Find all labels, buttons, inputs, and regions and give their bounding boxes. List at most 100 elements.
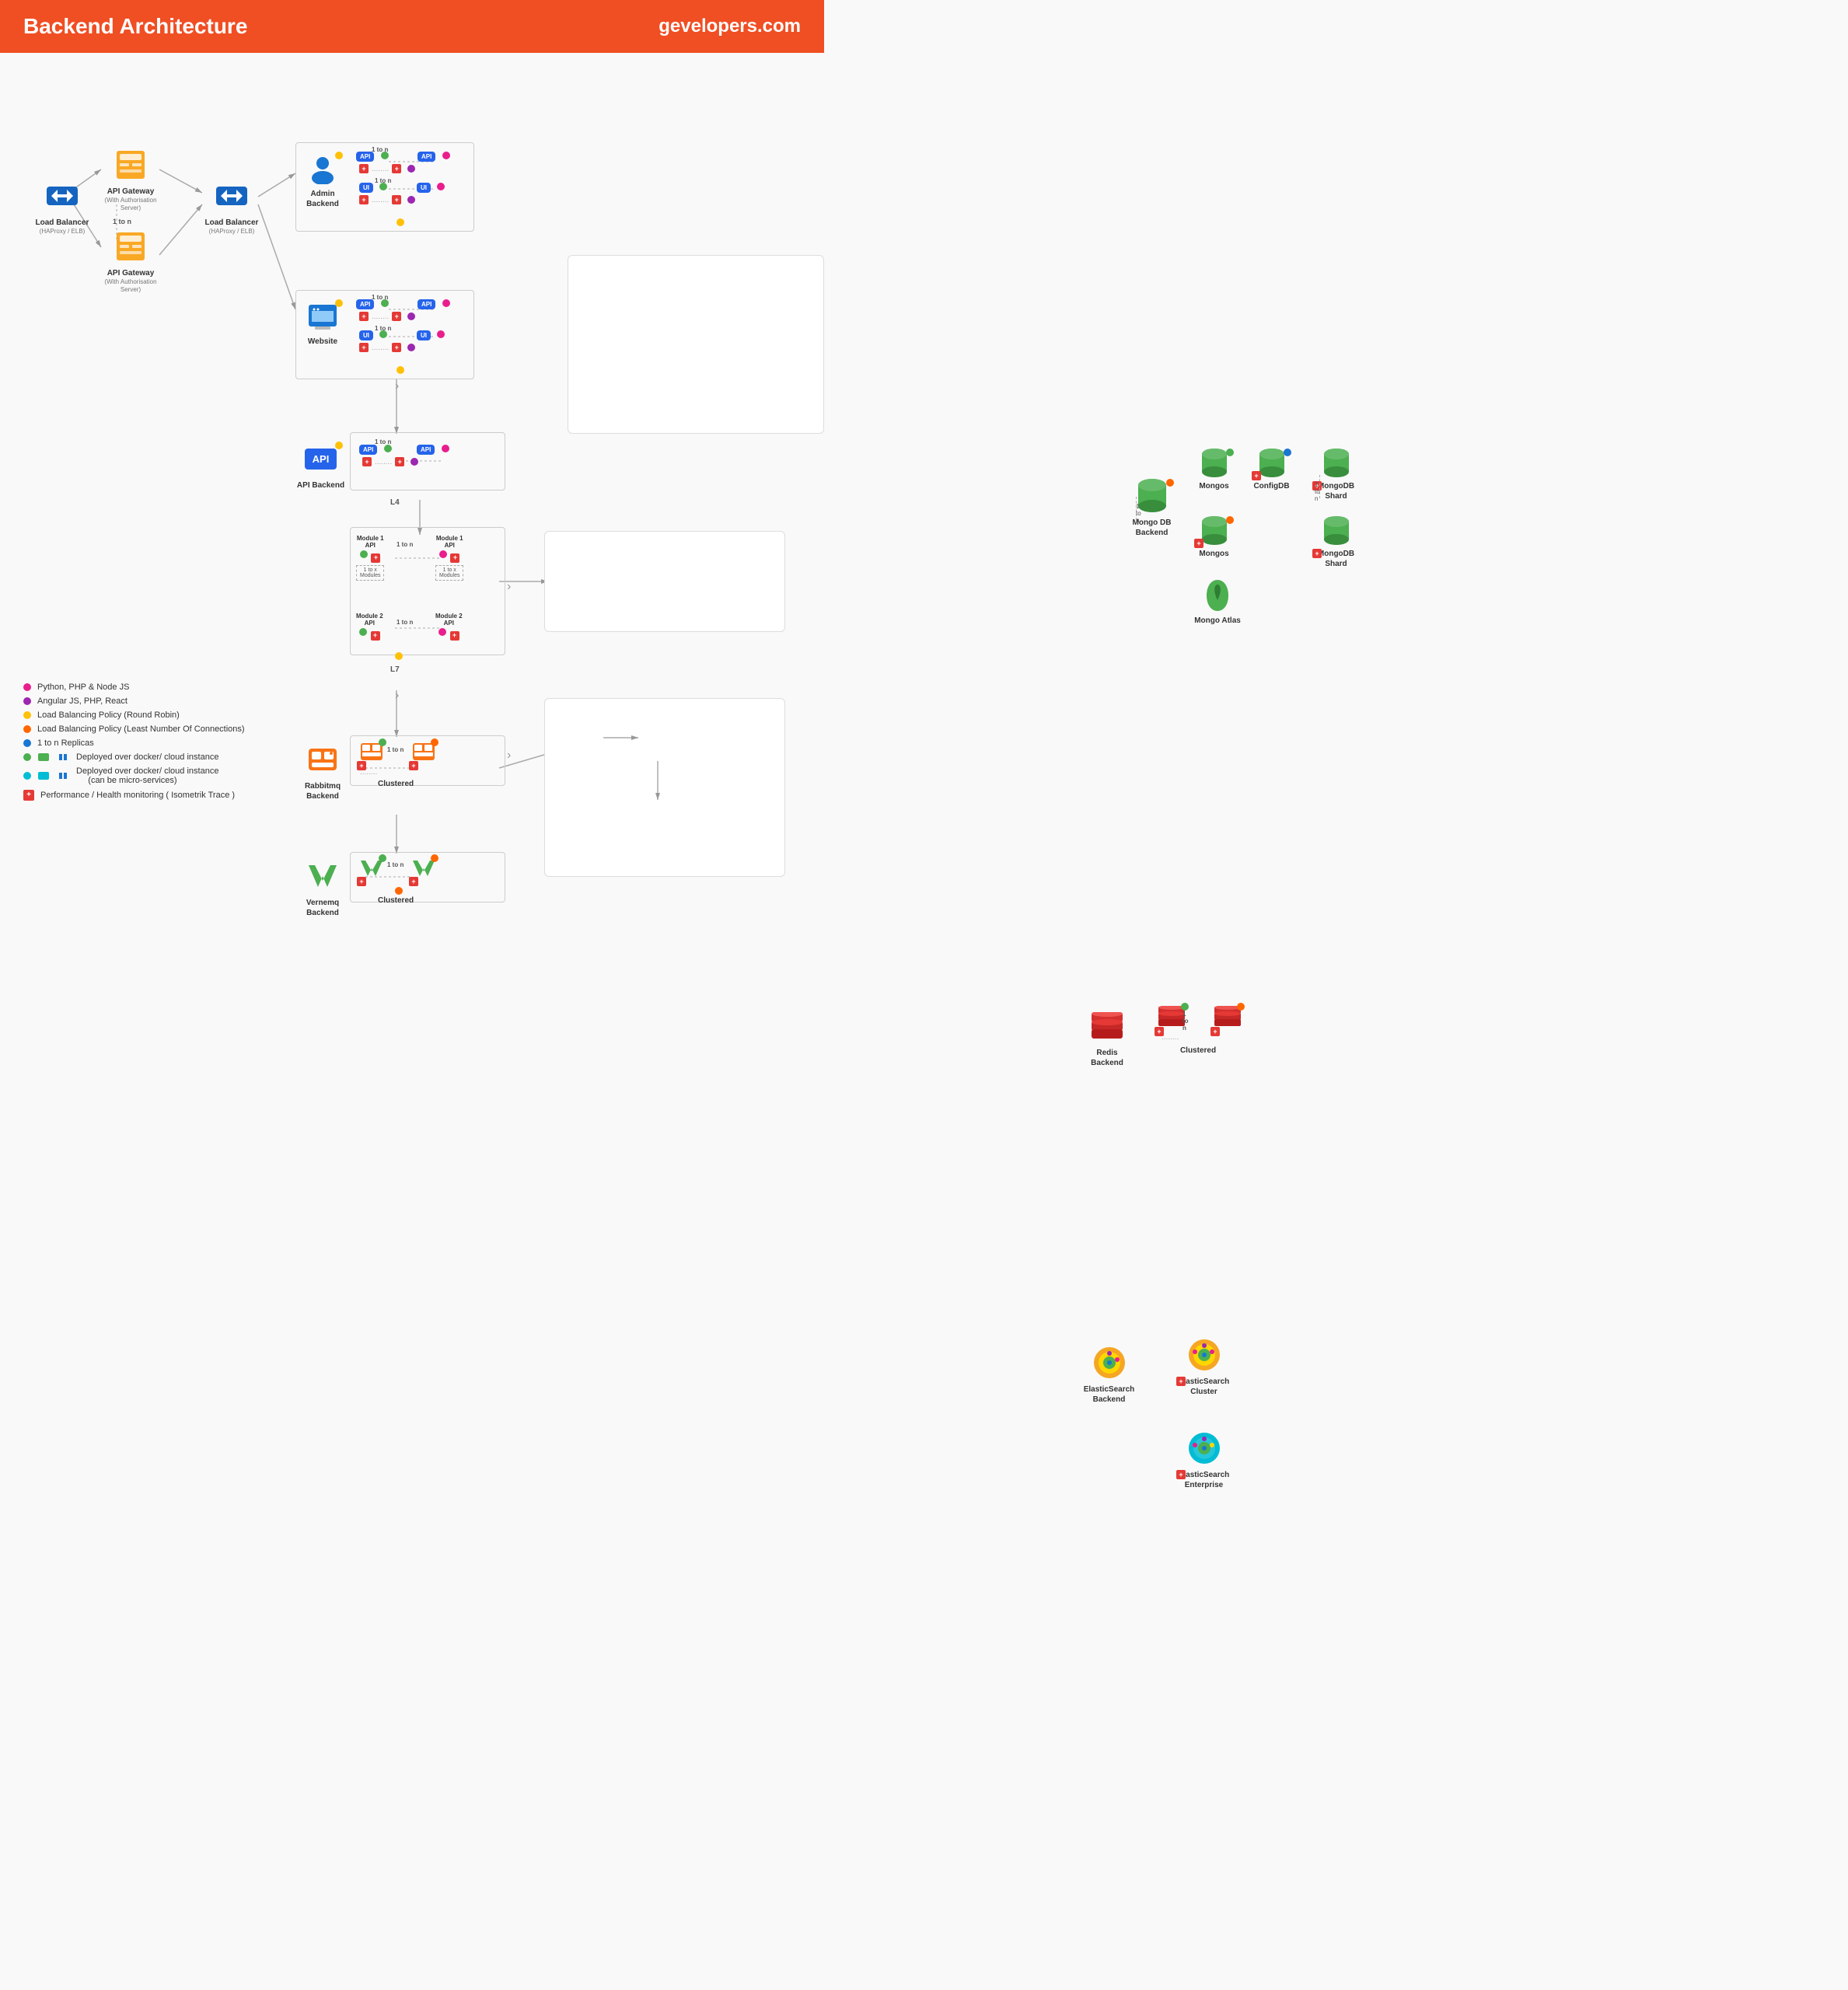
website-label: Website [308, 337, 337, 347]
redis-cl-left: + [1158, 1006, 1186, 1033]
rabbitmq-cl-left: + [360, 742, 383, 767]
l7-label: L7 [390, 665, 400, 674]
legend-item-blue: 1 to n Replicas [23, 738, 245, 748]
module-bottom-dot [395, 650, 403, 664]
admin-ton-1: 1 to n [372, 146, 388, 153]
rabbitmq-dots: ........ [360, 768, 377, 777]
elastic-panel: ElasticSearchBackend + ElasticS [544, 698, 785, 877]
mongos-bottom: + Mongos [1193, 516, 1235, 559]
redis-ton: 1 to n [1183, 1011, 1189, 1032]
admin-backend-label: Admin Backend [299, 189, 346, 209]
website-ton-1: 1 to n [372, 294, 388, 301]
legend-item-green: Deployed over docker/ cloud instance [23, 752, 245, 762]
redis-clustered-label: Clustered [1180, 1046, 1216, 1055]
module1-right: Module 1API + 1 to xModules [435, 535, 463, 581]
vernemq-backend: Vernemq Backend [295, 857, 350, 918]
api-gw-top-sublabel: (With Authorisation Server) [100, 197, 162, 211]
legend-item-pink: Python, PHP & Node JS [23, 683, 245, 692]
rabbitmq-backend: Rabbitmq Backend [295, 741, 350, 801]
load-balancer-left: Load Balancer (HAProxy / ELB) [31, 177, 93, 236]
api-be-inner-right: API [417, 442, 449, 456]
admin-bottom-dot [396, 216, 404, 230]
arrow-down-1: › [395, 379, 399, 393]
lb-right-icon [213, 177, 250, 215]
arrow-down-2: › [395, 689, 399, 703]
rabbitmq-label: Rabbitmq Backend [295, 781, 350, 801]
website-dots-ui: + ........ + [359, 343, 415, 352]
admin-api-right: API [417, 148, 450, 162]
elastic-cluster-label: ElasticSearchCluster [1179, 1377, 1230, 1397]
arrow-right-redis: › [507, 580, 511, 594]
mongos-top-label: Mongos [1199, 481, 1228, 491]
rabbitmq-clustered-label: Clustered [378, 780, 414, 788]
mongo-atlas: Mongo Atlas [1190, 578, 1245, 626]
legend-item-orange: Load Balancing Policy (Least Number Of C… [23, 724, 245, 734]
gateway-ton-label: 1 to n [113, 218, 131, 225]
elastic-panel-arrows [545, 699, 784, 876]
website-ui-right: UI [417, 327, 445, 341]
mongodb-shard-bottom: + MongoDBShard [1311, 516, 1361, 569]
rabbitmq-cl-right: + [412, 742, 435, 767]
vernemq-label: Vernemq Backend [295, 898, 350, 918]
mongodb-shard-bottom-label: MongoDBShard [1318, 549, 1354, 569]
lb-right-sublabel: (HAProxy / ELB) [209, 228, 255, 236]
website-api-right: API [417, 296, 450, 310]
header-title: Backend Architecture [23, 14, 247, 39]
legend: Python, PHP & Node JS Angular JS, PHP, R… [23, 683, 245, 805]
api-gw-bottom-sublabel: (With Authorisation Server) [100, 278, 162, 293]
api-gw-top-label: API Gateway [107, 187, 155, 197]
elastic-enterprise: + ElasticSearchEnterprise [1175, 1430, 1233, 1490]
website-dots-api: + ........ + [359, 312, 415, 321]
api-backend-label: API Backend [297, 480, 344, 491]
lb-left-icon [44, 177, 81, 215]
elastic-enterprise-label: ElasticSearchEnterprise [1179, 1470, 1230, 1490]
vernemq-ton: 1 to n [387, 861, 403, 868]
api-gw-top-icon [112, 146, 149, 183]
website-bottom-dot [396, 364, 404, 378]
redis-backend: RedisBackend [1080, 1007, 1134, 1068]
website-ton-2: 1 to n [375, 325, 391, 332]
admin-dots-ui: + ........ + [359, 195, 415, 204]
elastic-backend: ElasticSearchBackend [1080, 1344, 1138, 1405]
redis-dots-row: ........ [1162, 1033, 1179, 1042]
mongos-top: Mongos [1193, 449, 1235, 491]
mongo-panel: Mongo DBBackend 1 to n Mongos [568, 255, 824, 434]
vernemq-clustered-label: Clustered [378, 896, 414, 905]
module2-right: Module 2API + [435, 613, 463, 641]
rabbitmq-ton: 1 to n [387, 746, 403, 753]
mongo-1ton: 1 to n [1136, 503, 1141, 524]
redis-label: RedisBackend [1091, 1048, 1123, 1068]
api-gw-bottom-icon [112, 228, 149, 265]
admin-ui-right: UI [417, 180, 445, 194]
legend-item-redcross: + Performance / Health monitoring ( Isom… [23, 790, 245, 801]
vernemq-cl-left: + [360, 857, 383, 883]
mongos-bottom-label: Mongos [1199, 549, 1228, 559]
mongodb-shard-top-label: MongoDBShard [1318, 481, 1354, 501]
load-balancer-right: Load Balancer (HAProxy / ELB) [201, 177, 263, 236]
module2-left: Module 2API + [356, 613, 383, 641]
api-gw-bottom-label: API Gateway [107, 268, 155, 278]
legend-item-purple: Angular JS, PHP, React [23, 696, 245, 706]
api-gateway-bottom: API Gateway (With Authorisation Server) [100, 228, 162, 293]
legend-item-yellow: Load Balancing Policy (Round Robin) [23, 710, 245, 720]
admin-dots-api: + ........ + [359, 164, 415, 173]
arrow-right-elastic: › [507, 749, 511, 763]
header-domain: gevelopers.com [659, 16, 801, 37]
vernemq-cl-right: + [412, 857, 435, 883]
admin-backend-icon: Admin Backend [299, 150, 346, 209]
module2-ton: 1 to n [396, 619, 413, 626]
redis-panel: RedisBackend + 1 to n [544, 531, 785, 632]
website-icon: Website [299, 298, 346, 347]
api-gateway-top: API Gateway (With Authorisation Server) [100, 146, 162, 211]
legend-item-teal: Deployed over docker/ cloud instance (ca… [23, 766, 245, 785]
elastic-cluster: + ElasticSearchCluster [1175, 1336, 1233, 1397]
mongo-db-backend: Mongo DBBackend [1127, 477, 1177, 538]
config-db: + ConfigDB [1250, 449, 1293, 491]
lb-left-label: Load Balancer [36, 218, 89, 228]
diagram: Load Balancer (HAProxy / ELB) API Gatewa… [16, 68, 809, 892]
header: Backend Architecture gevelopers.com [0, 0, 824, 53]
api-be-ton: 1 to n [375, 438, 391, 445]
api-backend-icon: API API Backend [295, 440, 346, 491]
module1-left: Module 1API + 1 to xModules [356, 535, 384, 581]
lb-right-label: Load Balancer [205, 218, 259, 228]
